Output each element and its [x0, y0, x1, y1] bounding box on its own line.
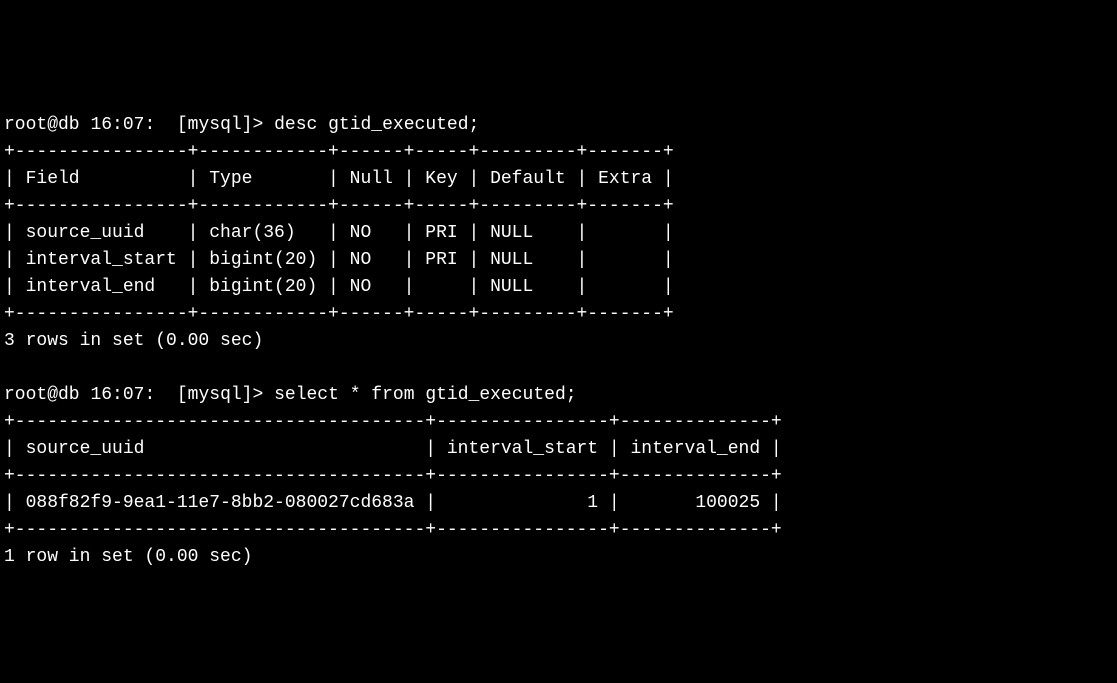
prompt-context: [mysql]> — [177, 385, 263, 405]
prompt-context: [mysql]> — [177, 115, 263, 135]
prompt-line-1: root@db 16:07: [mysql]> desc gtid_execut… — [4, 115, 479, 135]
terminal-output: root@db 16:07: [mysql]> desc gtid_execut… — [4, 115, 782, 567]
command-text[interactable]: desc gtid_executed; — [274, 115, 479, 135]
status-text: 1 row in set (0.00 sec) — [4, 547, 252, 567]
table-border: +--------------------------------------+… — [4, 412, 782, 432]
table-border: +----------------+------------+------+--… — [4, 196, 674, 216]
table-border: +----------------+------------+------+--… — [4, 142, 674, 162]
table-row: | 088f82f9-9ea1-11e7-8bb2-080027cd683a |… — [4, 493, 782, 513]
table-row: | interval_end | bigint(20) | NO | | NUL… — [4, 277, 674, 297]
prompt-time: 16:07 — [90, 115, 144, 135]
table-border: +----------------+------------+------+--… — [4, 304, 674, 324]
status-text: 3 rows in set (0.00 sec) — [4, 331, 263, 351]
table-header: | source_uuid | interval_start | interva… — [4, 439, 782, 459]
table-row: | interval_start | bigint(20) | NO | PRI… — [4, 250, 674, 270]
table-row: | source_uuid | char(36) | NO | PRI | NU… — [4, 223, 674, 243]
table-border: +--------------------------------------+… — [4, 520, 782, 540]
prompt-user-host: root@db — [4, 385, 80, 405]
prompt-line-2: root@db 16:07: [mysql]> select * from gt… — [4, 385, 577, 405]
command-text[interactable]: select * from gtid_executed; — [274, 385, 576, 405]
prompt-user-host: root@db — [4, 115, 80, 135]
table-border: +--------------------------------------+… — [4, 466, 782, 486]
prompt-time: 16:07 — [90, 385, 144, 405]
table-header: | Field | Type | Null | Key | Default | … — [4, 169, 674, 189]
